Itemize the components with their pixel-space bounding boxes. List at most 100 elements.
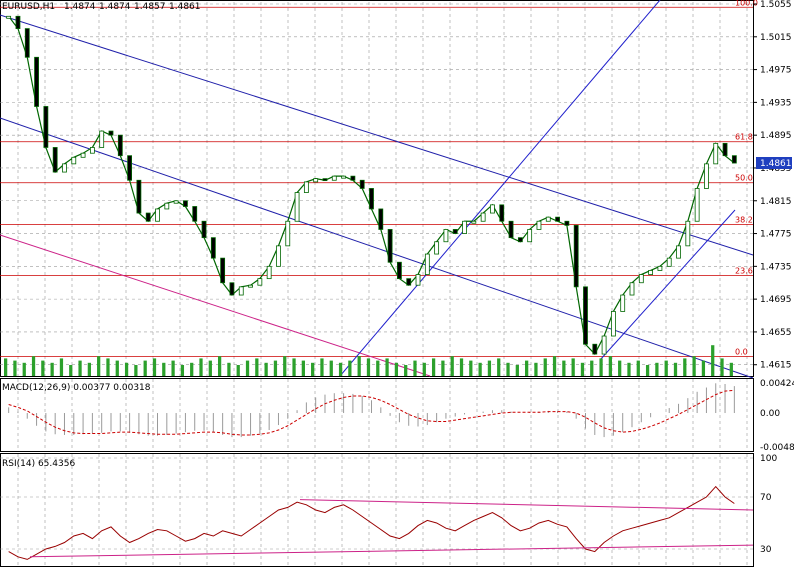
price-candle <box>80 152 86 158</box>
price-tick-label: 1.4935 <box>760 98 792 108</box>
price-candle <box>350 175 356 181</box>
volume-bar <box>497 358 501 376</box>
price-candle <box>434 241 440 255</box>
volume-bar <box>580 362 585 376</box>
volume-bar <box>692 356 696 376</box>
ohlc-close: 1.4861 <box>169 2 201 12</box>
fibonacci-levels: 100.061.850.038.223.60.0 <box>0 0 758 357</box>
price-tick-label: 1.4735 <box>760 262 792 272</box>
volume-bar <box>245 360 250 376</box>
symbol-header: EURUSD,H1 <box>2 2 55 12</box>
volume-bar <box>283 356 287 376</box>
volume-bar <box>236 365 240 376</box>
volume-bar <box>450 356 454 376</box>
volume-bar <box>180 365 185 376</box>
volume-bar <box>655 362 659 376</box>
price-candle <box>499 204 505 222</box>
volume-bar <box>534 362 538 376</box>
volume-bar <box>394 362 399 376</box>
volume-bar <box>59 358 64 376</box>
volume-bar <box>190 362 194 376</box>
grid-layer <box>0 2 753 566</box>
price-candle <box>536 220 542 230</box>
price-candle <box>145 212 151 222</box>
volume-bar <box>720 358 724 376</box>
volume-bar <box>41 360 45 376</box>
volume-bar <box>404 365 408 376</box>
price-candle <box>480 212 486 222</box>
volume-bar <box>329 360 333 376</box>
price-candle <box>173 200 179 204</box>
price-candle <box>276 245 281 267</box>
volume-bar <box>255 358 259 376</box>
price-candle <box>331 175 337 181</box>
price-candle <box>183 200 188 207</box>
volume-bar <box>627 362 631 376</box>
volume-bar <box>264 362 268 376</box>
price-candle <box>136 179 142 214</box>
volume-bar <box>152 358 157 376</box>
price-candle <box>303 181 309 193</box>
price-candle <box>164 202 170 210</box>
volume-bar <box>227 362 231 376</box>
fib-level-label: 23.6 <box>735 266 753 275</box>
price-candle <box>406 278 412 286</box>
price-candle <box>694 188 700 222</box>
volume-bar <box>115 360 119 376</box>
price-candle <box>378 208 384 230</box>
volume-bar <box>162 362 166 376</box>
volume-bar <box>515 365 519 376</box>
price-candle <box>99 130 105 148</box>
price-candle <box>508 220 514 239</box>
volume-bar <box>525 360 529 376</box>
price-candle <box>545 216 551 222</box>
volume-bar <box>78 360 82 376</box>
volume-bar <box>664 360 668 376</box>
volume-bars <box>4 345 733 376</box>
price-candle <box>443 229 449 243</box>
chart-canvas[interactable]: 100.061.850.038.223.60.0 1.50551.50151.4… <box>0 0 794 567</box>
volume-bar <box>478 362 482 376</box>
volume-bar <box>366 358 371 376</box>
price-candle <box>62 163 67 173</box>
price-tick-label: 1.5055 <box>760 0 792 10</box>
price-candle <box>238 286 244 296</box>
volume-bar <box>171 360 175 376</box>
price-candle <box>657 265 663 271</box>
volume-bar <box>13 360 17 376</box>
volume-bar <box>599 358 603 376</box>
rsi-tick-label: 70 <box>760 493 772 503</box>
volume-bar <box>124 362 129 376</box>
price-candle <box>397 261 402 280</box>
price-candle <box>620 294 626 312</box>
volume-bar <box>69 365 73 376</box>
volume-bar <box>311 362 315 376</box>
mt4-chart-window[interactable]: 100.0 61.8 50.0 38.2 23.6 0.0 1.5055 1.5015 1.4… <box>0 0 794 567</box>
price-candle <box>24 28 30 58</box>
price-candle <box>52 147 58 173</box>
price-tick-label: 1.4975 <box>760 66 792 76</box>
price-panel-frame <box>0 0 754 377</box>
price-candle <box>471 220 477 224</box>
price-tick-label: 1.4895 <box>760 131 792 141</box>
price-candle <box>564 220 570 226</box>
trendlines <box>0 0 754 379</box>
price-candle <box>722 142 728 157</box>
volume-bar <box>552 356 557 376</box>
volume-bar <box>320 358 324 376</box>
volume-bar <box>22 362 26 376</box>
price-candle <box>666 257 672 267</box>
price-candle <box>490 204 495 214</box>
price-candle <box>415 274 421 286</box>
volume-bar <box>701 360 706 376</box>
price-candle <box>229 282 235 296</box>
price-candle <box>555 216 560 222</box>
price-tick-label: 1.4775 <box>760 230 792 240</box>
price-candle <box>294 192 300 222</box>
price-candle <box>313 178 319 183</box>
price-candle <box>322 178 328 182</box>
price-candle <box>527 229 533 243</box>
rsi-line <box>8 485 735 560</box>
price-candle <box>285 220 291 247</box>
fib-level-label: 61.8 <box>735 133 753 142</box>
